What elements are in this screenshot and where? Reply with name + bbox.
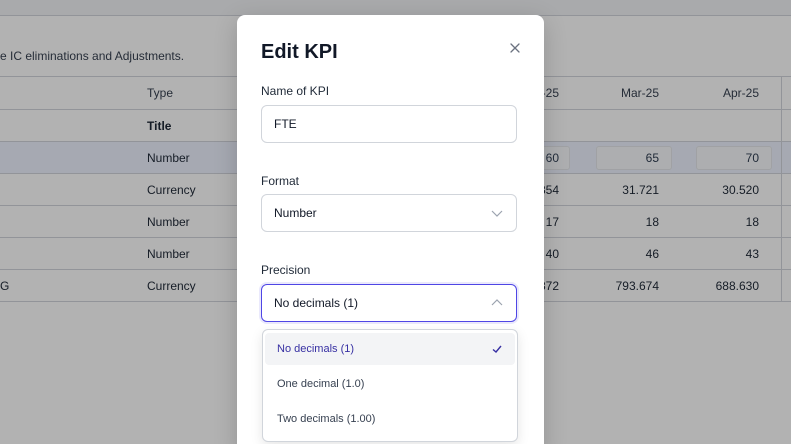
format-label: Format bbox=[261, 174, 300, 188]
row-feb: 60 bbox=[545, 150, 559, 165]
check-icon bbox=[492, 345, 502, 353]
precision-select[interactable]: No decimals (1) bbox=[261, 284, 517, 322]
kpi-name-input[interactable] bbox=[261, 105, 517, 143]
modal-title: Edit KPI bbox=[261, 41, 338, 63]
close-icon bbox=[510, 43, 520, 53]
precision-dropdown: No decimals (1) One decimal (1.0) Two de… bbox=[262, 329, 518, 442]
close-button[interactable] bbox=[507, 40, 523, 56]
precision-select-value: No decimals (1) bbox=[274, 296, 359, 310]
option-label: No decimals (1) bbox=[277, 343, 355, 355]
precision-label: Precision bbox=[261, 263, 311, 277]
name-label: Name of KPI bbox=[261, 84, 330, 98]
edit-kpi-modal: Edit KPI Name of KPI Format Number Preci… bbox=[237, 15, 544, 444]
format-select[interactable]: Number bbox=[261, 194, 517, 232]
chevron-down-icon bbox=[491, 210, 503, 217]
precision-option[interactable]: Two decimals (1.00) bbox=[265, 403, 515, 435]
row-apr: 70 bbox=[745, 150, 759, 165]
precision-option[interactable]: No decimals (1) bbox=[265, 333, 515, 365]
precision-option[interactable]: One decimal (1.0) bbox=[265, 368, 515, 400]
chevron-up-icon bbox=[491, 299, 503, 306]
option-label: Two decimals (1.00) bbox=[277, 413, 376, 425]
option-label: One decimal (1.0) bbox=[277, 378, 365, 390]
format-select-value: Number bbox=[274, 206, 317, 220]
row-mar: 65 bbox=[645, 150, 659, 165]
